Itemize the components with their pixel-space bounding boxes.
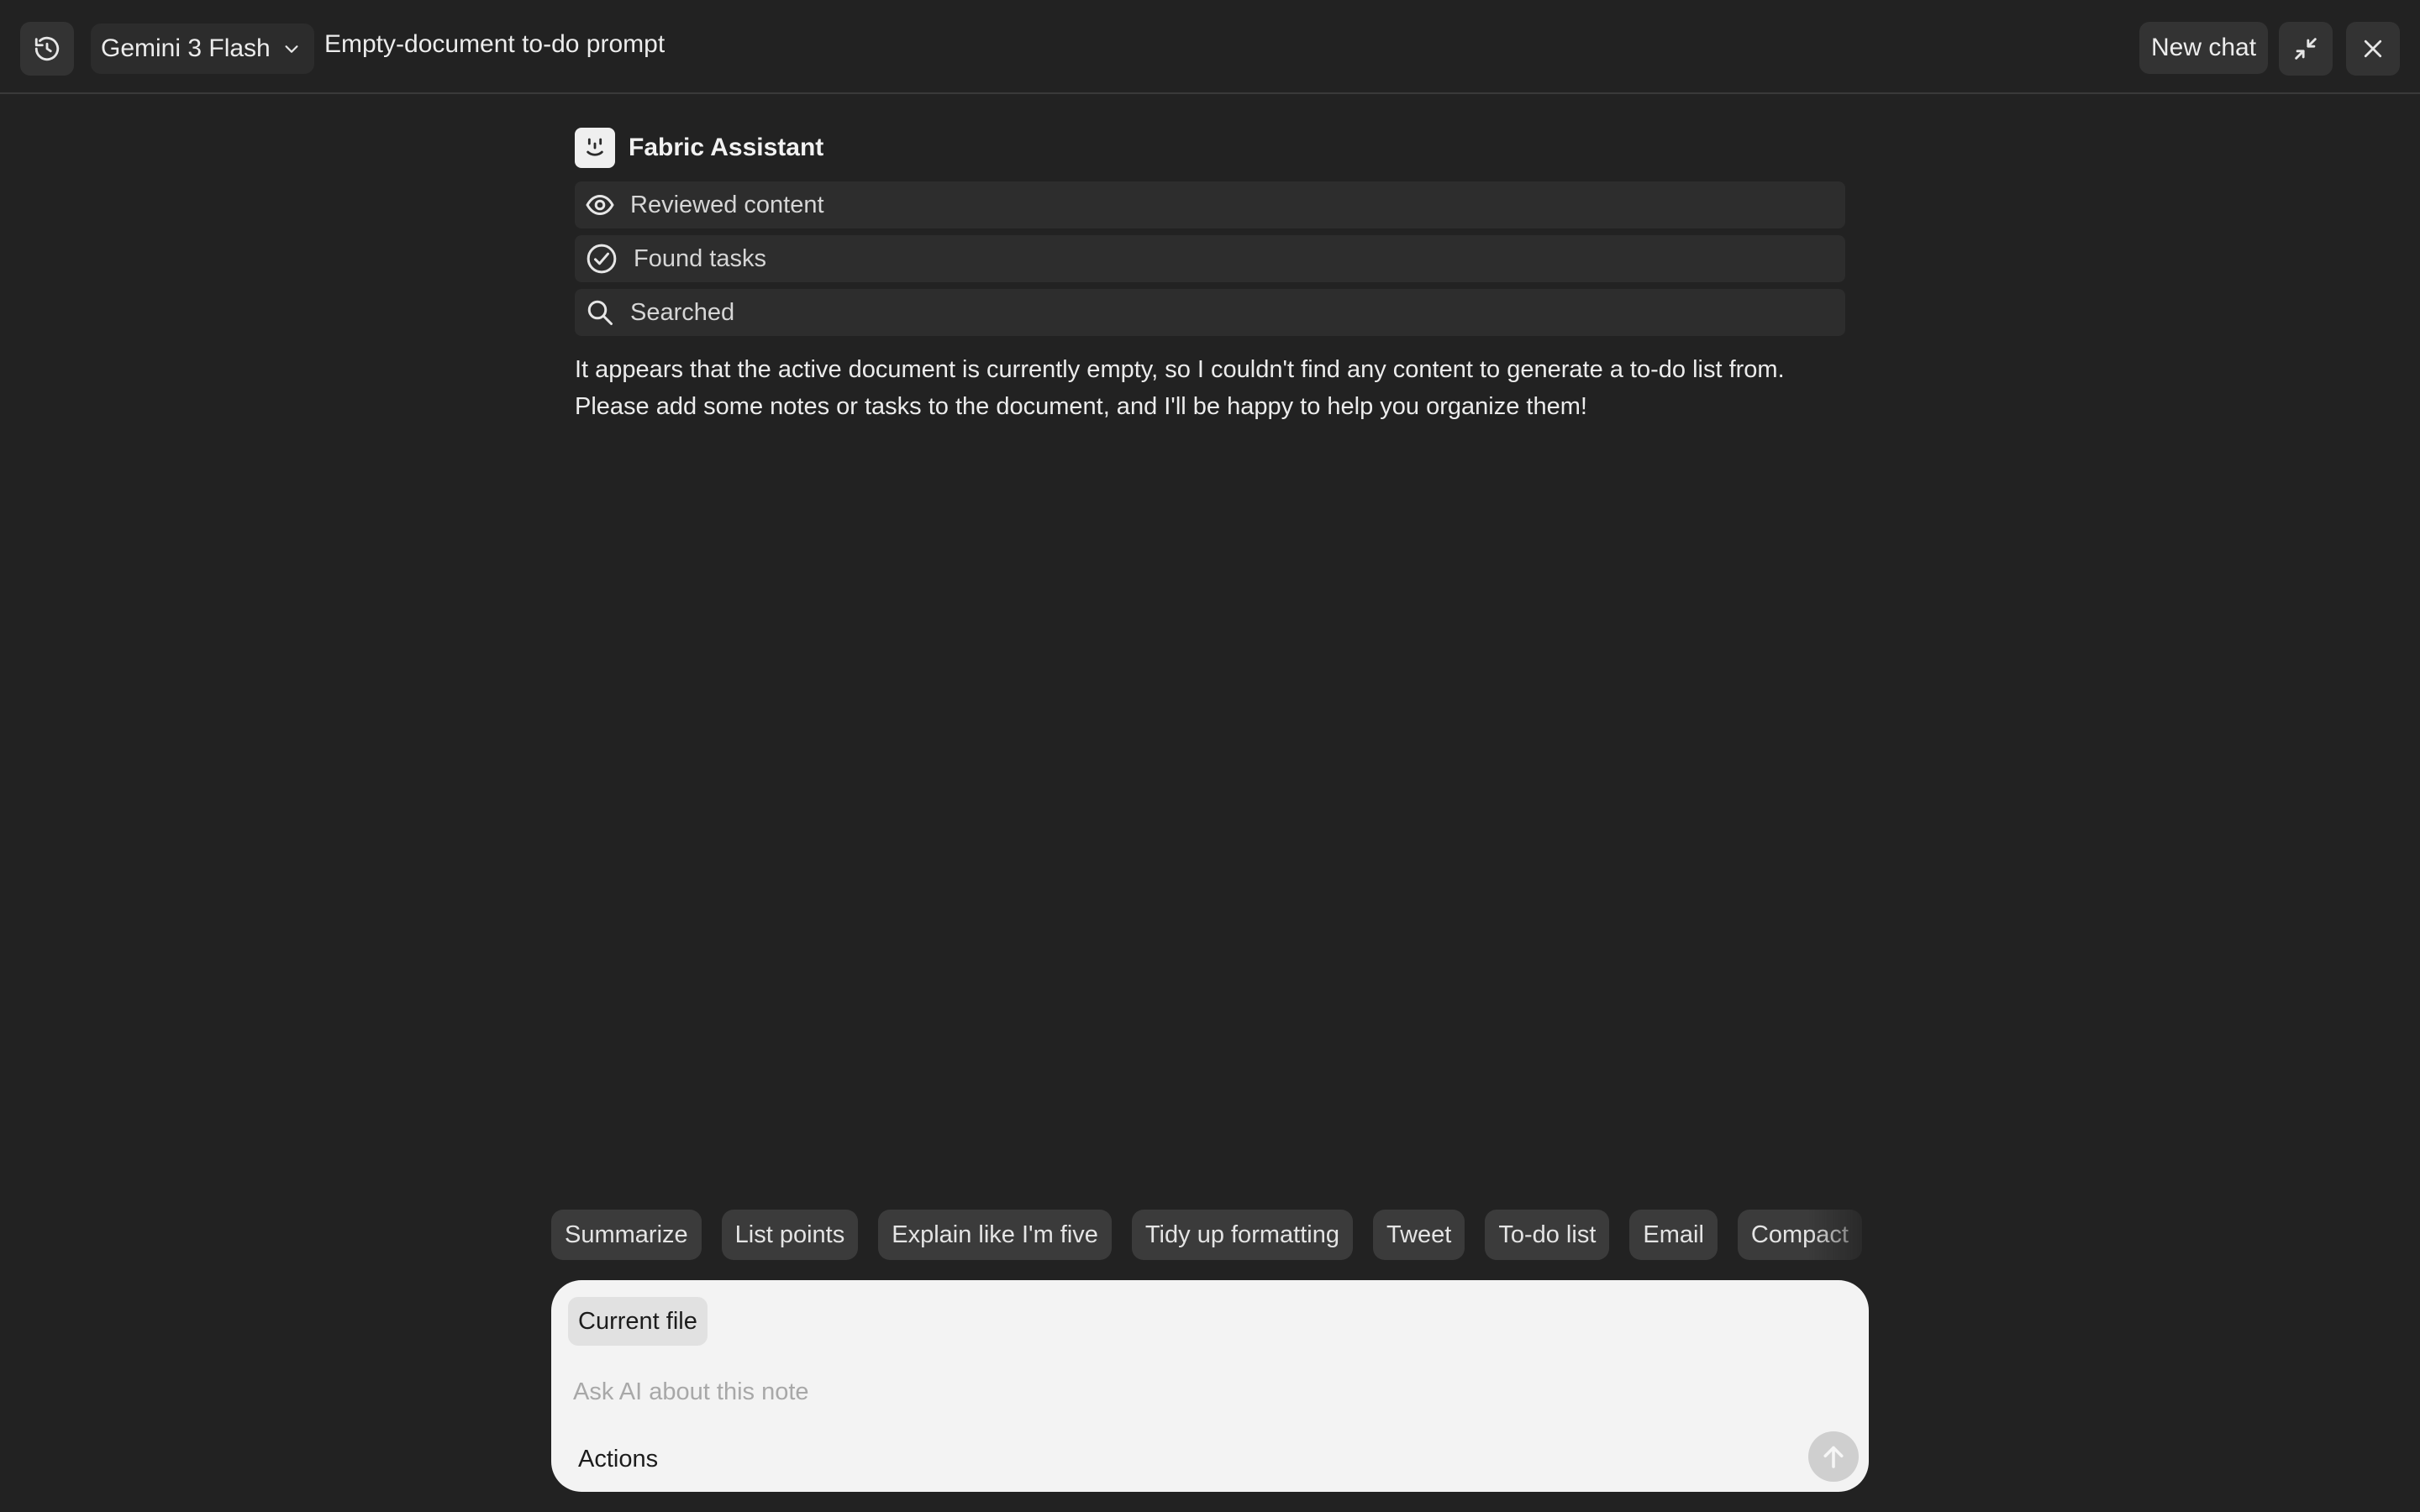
- step-list: Reviewed content Found tasks Searched: [575, 181, 1845, 336]
- assistant-header: Fabric Assistant: [575, 128, 1845, 168]
- model-selector[interactable]: Gemini 3 Flash: [91, 24, 314, 74]
- suggestion-chips: Summarize List points Explain like I'm f…: [551, 1210, 1889, 1260]
- chevron-down-icon: [285, 45, 298, 53]
- minimize-icon: [2295, 38, 2317, 60]
- check-circle-icon: [587, 244, 617, 274]
- conversation: Fabric Assistant Reviewed content Found …: [575, 128, 1845, 425]
- step-searched[interactable]: Searched: [575, 289, 1845, 336]
- history-icon: [34, 36, 60, 61]
- step-label: Found tasks: [634, 244, 766, 272]
- smiley-face-icon: [587, 138, 603, 156]
- eye-icon: [586, 195, 614, 215]
- assistant-name: Fabric Assistant: [629, 134, 824, 161]
- step-found-tasks[interactable]: Found tasks: [575, 235, 1845, 282]
- suggestion-summarize[interactable]: Summarize: [551, 1210, 702, 1260]
- assistant-avatar: [575, 128, 615, 168]
- context-chip-current-file[interactable]: Current file: [568, 1297, 708, 1346]
- suggestion-explain-like-five[interactable]: Explain like I'm five: [878, 1210, 1112, 1260]
- suggestion-tidy-formatting[interactable]: Tidy up formatting: [1131, 1210, 1353, 1260]
- close-icon: [2364, 39, 2382, 58]
- response-line: Please add some notes or tasks to the do…: [575, 393, 1587, 420]
- response-line: It appears that the active document is c…: [575, 356, 1785, 383]
- step-label: Reviewed content: [630, 191, 824, 218]
- step-label: Searched: [630, 298, 735, 326]
- suggestion-email[interactable]: Email: [1629, 1210, 1718, 1260]
- chat-title: Empty-document to-do prompt: [324, 30, 666, 58]
- suggestion-compact[interactable]: Compact: [1737, 1210, 1862, 1260]
- new-chat-button[interactable]: New chat: [2139, 22, 2269, 74]
- minimize-button[interactable]: [2279, 22, 2333, 76]
- send-button[interactable]: [1808, 1431, 1859, 1482]
- suggestion-tweet[interactable]: Tweet: [1372, 1210, 1465, 1260]
- actions-button[interactable]: Actions: [578, 1440, 658, 1478]
- suggestion-todo-list[interactable]: To-do list: [1485, 1210, 1610, 1260]
- model-name: Gemini 3 Flash: [101, 34, 271, 62]
- composer: Current file Actions: [551, 1280, 1869, 1492]
- close-button[interactable]: [2346, 22, 2400, 76]
- arrow-up-icon: [1823, 1446, 1844, 1468]
- suggestion-list-points[interactable]: List points: [721, 1210, 859, 1260]
- search-icon: [587, 300, 613, 325]
- assistant-response: It appears that the active document is c…: [575, 351, 1845, 425]
- history-button[interactable]: [20, 22, 74, 76]
- top-bar: Gemini 3 Flash Empty-document to-do prom…: [0, 0, 2420, 94]
- step-reviewed-content[interactable]: Reviewed content: [575, 181, 1845, 228]
- prompt-input[interactable]: [573, 1371, 1733, 1413]
